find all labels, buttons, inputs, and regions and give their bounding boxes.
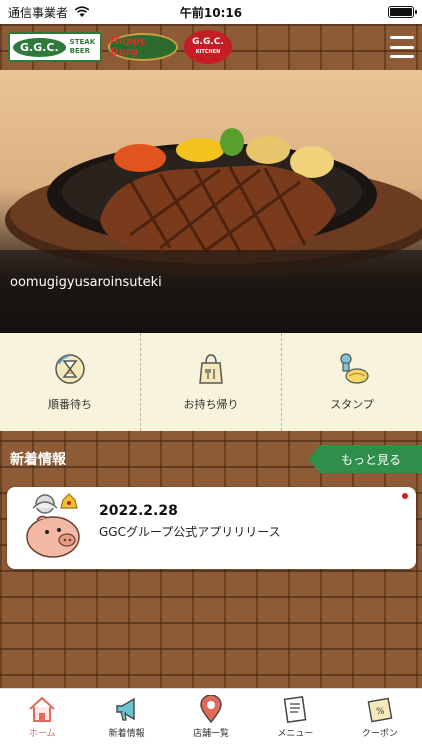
hero-banner[interactable]: oomugigyusaroinsuteki [0,70,422,333]
carrier-name: 通信事業者 [8,5,69,20]
news-list-item[interactable]: 2022.2.28 GGCグループ公式アプリリリース [7,487,416,569]
tab-label: メニュー [277,729,314,739]
wifi-icon [74,6,90,17]
quick-item-label: お持ち帰り [183,398,239,411]
hamburger-menu-icon[interactable] [390,36,414,58]
tab-news[interactable]: 新着情報 [84,689,168,750]
news-section-header: 新着情報 もっと見る [0,444,422,474]
megaphone-icon [115,697,135,721]
carrier-info: 通信事業者 [8,4,90,21]
hero-caption: oomugigyusaroinsuteki [10,275,162,290]
quick-menu: 順番待ち お持ち帰り スタンプ [0,333,422,431]
app-header: G.G.C. STEAK BEER Happy Burg G.G.C. KITC… [0,24,422,70]
more-news-button[interactable]: もっと見る [308,445,422,473]
ggc-logo-beer: BEER [69,47,90,55]
home-icon [29,696,55,722]
menu-book-icon [284,696,307,723]
tab-stores[interactable]: 店舗一覧 [169,689,253,750]
news-item-content: 2022.2.28 GGCグループ公式アプリリリース [99,503,281,540]
quick-item-label: 順番待ち [48,398,92,411]
steak-plate-image [0,128,422,333]
stamp-icon [340,353,369,384]
ggc-logo-sub: STEAK BEER [70,38,95,56]
tab-menu[interactable]: メニュー [253,689,337,750]
tab-label: 店舗一覧 [193,729,230,739]
happy-burg-logo[interactable]: Happy Burg [108,33,178,61]
status-bar: 通信事業者 午前10:16 [0,0,422,24]
battery-icon [388,6,417,18]
quick-item-label: スタンプ [330,398,374,411]
quick-item-takeout[interactable]: お持ち帰り [141,333,282,431]
bottom-tab-bar: ホーム 新着情報 店舗一覧 メニュー % クーポン [0,688,422,750]
kitchen-logo-text: G.G.C. [192,37,224,47]
tab-label: ホーム [28,729,56,739]
svg-text:%: % [376,707,385,717]
tab-label: 新着情報 [108,729,145,739]
ggc-logo-text: G.G.C. [13,37,66,57]
quick-item-waitlist[interactable]: 順番待ち [0,333,141,431]
news-section-title: 新着情報 [10,452,66,468]
tab-coupon[interactable]: % クーポン [338,689,422,750]
news-item-text: GGCグループ公式アプリリリース [99,524,281,539]
ggc-steak-beer-logo[interactable]: G.G.C. STEAK BEER [8,32,102,62]
coupon-icon: % [367,697,393,723]
unread-indicator [402,493,408,499]
news-item-date: 2022.2.28 [99,502,178,519]
chef-mascot-icon [26,493,80,558]
map-pin-icon [200,695,222,723]
quick-item-stamp[interactable]: スタンプ [282,333,422,431]
kitchen-logo-sub: KITCHEN [195,49,221,55]
ggc-logo-steak: STEAK [69,38,96,46]
tab-home[interactable]: ホーム [0,689,84,750]
takeout-bag-icon [199,354,223,384]
ggc-kitchen-logo[interactable]: G.G.C. KITCHEN [184,30,232,64]
hourglass-icon [55,354,85,384]
tab-label: クーポン [361,729,398,739]
